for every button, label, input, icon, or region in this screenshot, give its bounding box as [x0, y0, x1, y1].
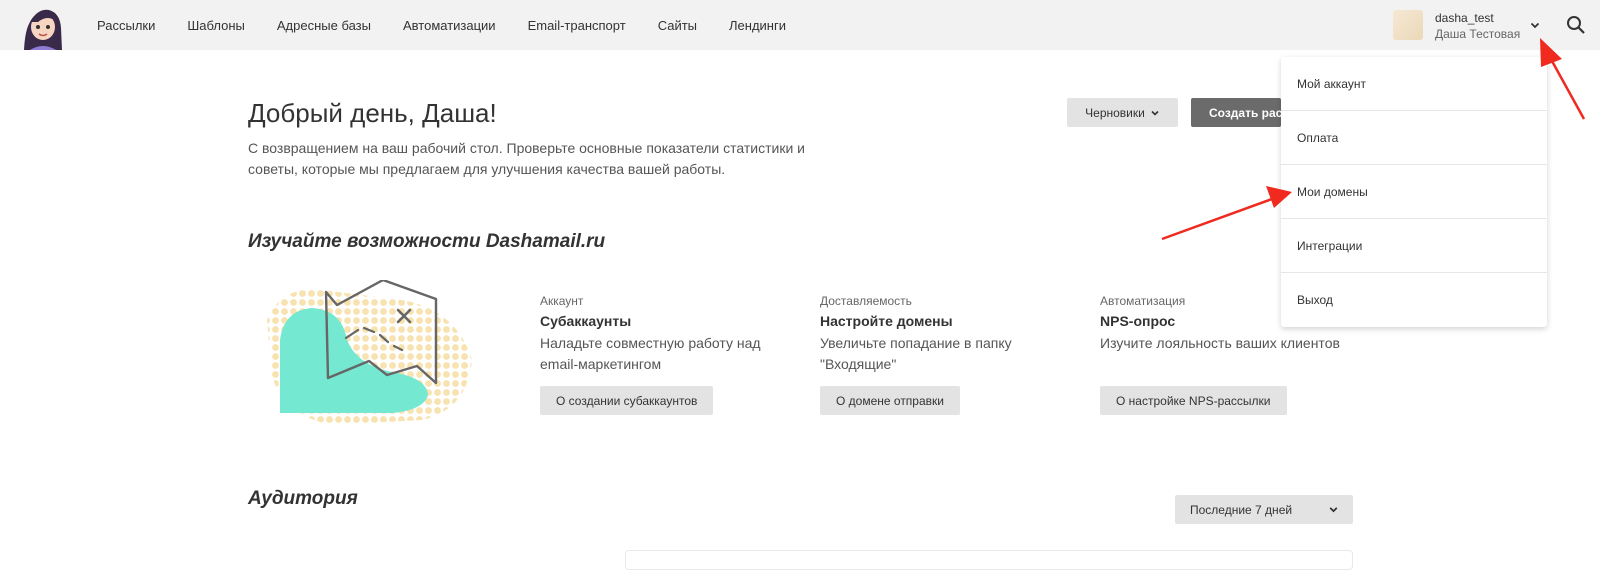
card-title: Субаккаунты — [540, 313, 632, 329]
chevron-down-icon[interactable] — [1528, 18, 1542, 32]
audience-panel — [625, 550, 1353, 570]
menu-item-my-account[interactable]: Мой аккаунт — [1281, 57, 1547, 111]
nav-item-templates[interactable]: Шаблоны — [187, 18, 245, 33]
sender-domain-info-button[interactable]: О домене отправки — [820, 386, 960, 415]
user-dropdown-menu: Мой аккаунт Оплата Мои домены Интеграции… — [1281, 57, 1547, 327]
user-name: Даша Тестовая — [1435, 27, 1521, 41]
card-title: Настройте домены — [820, 313, 953, 329]
page-title: Добрый день, Даша! — [248, 98, 497, 128]
drafts-button[interactable]: Черновики — [1067, 98, 1178, 127]
top-bar: Рассылки Шаблоны Адресные базы Автоматиз… — [0, 0, 1600, 50]
nav-item-address-bases[interactable]: Адресные базы — [277, 18, 371, 33]
mascot-logo-icon[interactable] — [16, 0, 66, 50]
nav-item-email-transport[interactable]: Email-транспорт — [528, 18, 626, 33]
chevron-down-icon — [1329, 507, 1338, 513]
create-mailing-button[interactable]: Создать рассылку — [1191, 98, 1281, 127]
annotation-arrow-to-domains-icon — [1161, 186, 1292, 241]
menu-item-logout[interactable]: Выход — [1281, 273, 1547, 327]
nps-info-button[interactable]: О настройке NPS-рассылки — [1100, 386, 1287, 415]
chevron-down-icon — [1151, 110, 1159, 116]
card-description: Увеличьте попадание в папку "Входящие" — [820, 335, 1012, 372]
search-icon[interactable] — [1565, 14, 1587, 36]
nav-item-automations[interactable]: Автоматизации — [403, 18, 496, 33]
card-description: Изучите лояльность ваших клиентов — [1100, 335, 1340, 351]
menu-item-payment[interactable]: Оплата — [1281, 111, 1547, 165]
card-category: Доставляемость — [820, 294, 912, 308]
greeting-text: С возвращением на ваш рабочий стол. Пров… — [248, 140, 805, 177]
nav-item-mailings[interactable]: Рассылки — [97, 18, 155, 33]
drafts-label: Черновики — [1085, 105, 1145, 120]
feature-card-subaccounts: Аккаунт Субаккаунты Наладьте совместную … — [540, 294, 790, 415]
card-description: Наладьте совместную работу над email-мар… — [540, 335, 761, 372]
user-menu-toggle[interactable]: dasha_test Даша Тестовая — [1393, 8, 1543, 42]
menu-item-integrations[interactable]: Интеграции — [1281, 219, 1547, 273]
audience-title: Аудитория — [248, 488, 358, 509]
feature-card-domains: Доставляемость Настройте домены Увеличьт… — [820, 294, 1070, 415]
subaccounts-info-button[interactable]: О создании субаккаунтов — [540, 386, 714, 415]
features-title: Изучайте возможности Dashamail.ru — [248, 231, 606, 252]
create-mailing-label: Создать рассылку — [1209, 105, 1281, 120]
period-select[interactable]: Последние 7 дней — [1175, 495, 1353, 524]
nav-item-sites[interactable]: Сайты — [658, 18, 697, 33]
avatar — [1393, 10, 1423, 40]
period-label: Последние 7 дней — [1190, 502, 1293, 517]
menu-item-my-domains[interactable]: Мои домены — [1281, 165, 1547, 219]
card-category: Аккаунт — [540, 294, 584, 308]
user-login: dasha_test — [1435, 11, 1494, 25]
main-nav: Рассылки Шаблоны Адресные базы Автоматиз… — [97, 0, 818, 50]
map-illustration-icon — [267, 280, 472, 425]
nav-item-landings[interactable]: Лендинги — [729, 18, 786, 33]
